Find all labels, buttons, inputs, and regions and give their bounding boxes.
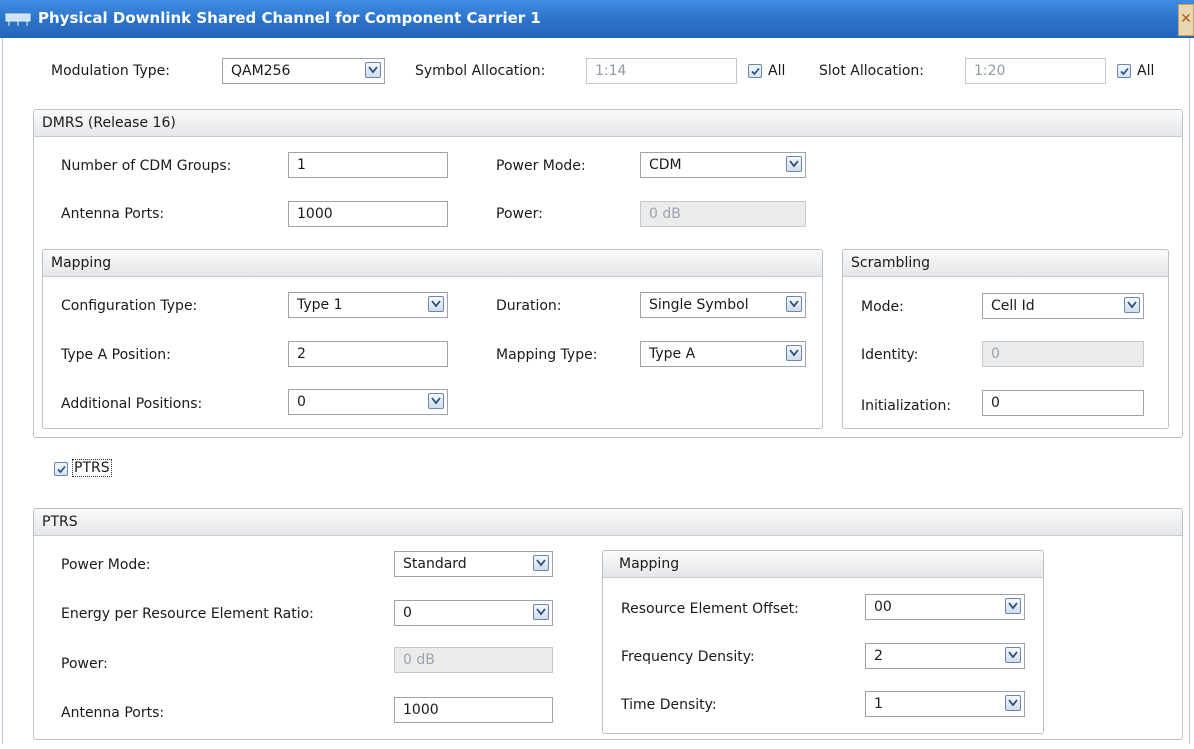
dmrs-group-title: DMRS (Release 16): [42, 115, 176, 131]
re-offset-select[interactable]: 00: [865, 594, 1025, 620]
epre-ratio-value: 0: [403, 605, 412, 621]
chevron-down-icon[interactable]: [786, 156, 802, 172]
ptrs-power-mode-value: Standard: [403, 556, 467, 572]
frequency-density-select[interactable]: 2: [865, 643, 1025, 669]
duration-value: Single Symbol: [649, 297, 749, 313]
dmrs-power-mode-value: CDM: [649, 157, 682, 173]
modulation-type-label: Modulation Type:: [51, 63, 171, 79]
close-icon[interactable]: ✕: [1178, 4, 1194, 36]
duration-label: Duration:: [496, 298, 562, 314]
check-icon: [751, 67, 760, 76]
slot-allocation-label: Slot Allocation:: [819, 63, 925, 79]
ptrs-mapping-title: Mapping: [619, 556, 680, 572]
ptrs-enable-checkbox[interactable]: [54, 462, 68, 476]
epre-ratio-select[interactable]: 0: [394, 600, 553, 626]
window-title-bar[interactable]: Physical Downlink Shared Channel for Com…: [0, 0, 1194, 38]
chevron-down-icon[interactable]: [1005, 647, 1021, 663]
check-icon: [57, 465, 66, 474]
dmrs-mapping-header: Mapping: [43, 250, 822, 277]
symbol-allocation-label: Symbol Allocation:: [415, 63, 546, 79]
configuration-type-label: Configuration Type:: [61, 298, 198, 314]
frequency-density-label: Frequency Density:: [621, 649, 755, 665]
type-a-position-field[interactable]: 2: [288, 341, 448, 367]
configuration-type-value: Type 1: [297, 297, 343, 313]
window-title: Physical Downlink Shared Channel for Com…: [38, 9, 541, 27]
chevron-down-icon[interactable]: [428, 393, 444, 409]
chevron-down-icon[interactable]: [1124, 297, 1140, 313]
ptrs-group-title: PTRS: [42, 514, 78, 530]
slot-allocation-field[interactable]: 1:20: [965, 58, 1106, 84]
ptrs-power-mode-select[interactable]: Standard: [394, 551, 553, 577]
re-offset-value: 00: [874, 599, 892, 615]
dmrs-group-header: DMRS (Release 16): [34, 110, 1182, 137]
dmrs-antenna-ports-label: Antenna Ports:: [61, 206, 165, 222]
check-icon: [1120, 67, 1129, 76]
ptrs-antenna-ports-field[interactable]: 1000: [394, 697, 553, 723]
symbol-allocation-all-label: All: [768, 63, 786, 79]
scrambling-mode-select[interactable]: Cell Id: [982, 293, 1144, 319]
chevron-down-icon[interactable]: [786, 296, 802, 312]
symbol-allocation-field[interactable]: 1:14: [586, 58, 737, 84]
mapping-type-value: Type A: [649, 346, 696, 362]
time-density-value: 1: [874, 696, 883, 712]
frequency-density-value: 2: [874, 648, 883, 664]
mapping-type-label: Mapping Type:: [496, 347, 598, 363]
type-a-position-label: Type A Position:: [61, 347, 171, 363]
dmrs-power-mode-label: Power Mode:: [496, 158, 586, 174]
ptrs-group-header: PTRS: [34, 509, 1182, 536]
additional-positions-label: Additional Positions:: [61, 396, 203, 412]
dmrs-antenna-ports-field[interactable]: 1000: [288, 201, 448, 227]
window-app-icon: [5, 13, 31, 26]
scrambling-initialization-label: Initialization:: [861, 398, 952, 414]
chevron-down-icon[interactable]: [786, 345, 802, 361]
cdm-groups-field[interactable]: 1: [288, 152, 448, 178]
duration-select[interactable]: Single Symbol: [640, 292, 806, 318]
ptrs-power-label: Power:: [61, 656, 108, 672]
scrambling-identity-label: Identity:: [861, 347, 919, 363]
dmrs-power-field[interactable]: 0 dB: [640, 201, 806, 227]
chevron-down-icon[interactable]: [1005, 695, 1021, 711]
chevron-down-icon[interactable]: [365, 62, 381, 78]
scrambling-identity-field[interactable]: 0: [982, 341, 1144, 367]
epre-ratio-label: Energy per Resource Element Ratio:: [61, 606, 314, 622]
time-density-label: Time Density:: [621, 697, 717, 713]
ptrs-enable-label[interactable]: PTRS: [72, 459, 112, 477]
ptrs-power-field[interactable]: 0 dB: [394, 647, 553, 673]
slot-allocation-all-checkbox[interactable]: [1117, 64, 1131, 78]
scrambling-initialization-field[interactable]: 0: [982, 390, 1144, 416]
slot-allocation-all-label: All: [1137, 63, 1155, 79]
scrambling-mode-value: Cell Id: [991, 298, 1035, 314]
symbol-allocation-all-checkbox[interactable]: [748, 64, 762, 78]
time-density-select[interactable]: 1: [865, 691, 1025, 717]
dmrs-power-label: Power:: [496, 206, 543, 222]
chevron-down-icon[interactable]: [533, 555, 549, 571]
cdm-groups-label: Number of CDM Groups:: [61, 158, 232, 174]
additional-positions-select[interactable]: 0: [288, 389, 448, 415]
ptrs-antenna-ports-label: Antenna Ports:: [61, 705, 165, 721]
chevron-down-icon[interactable]: [428, 296, 444, 312]
re-offset-label: Resource Element Offset:: [621, 601, 799, 617]
chevron-down-icon[interactable]: [1005, 598, 1021, 614]
dmrs-mapping-title: Mapping: [51, 255, 112, 271]
scrambling-mode-label: Mode:: [861, 299, 904, 315]
ptrs-power-mode-label: Power Mode:: [61, 557, 151, 573]
modulation-type-value: QAM256: [231, 63, 291, 79]
mapping-type-select[interactable]: Type A: [640, 341, 806, 367]
configuration-type-select[interactable]: Type 1: [288, 292, 448, 318]
additional-positions-value: 0: [297, 394, 306, 410]
dmrs-power-mode-select[interactable]: CDM: [640, 152, 806, 178]
scrambling-title: Scrambling: [851, 255, 930, 271]
ptrs-mapping-header: Mapping: [603, 551, 1043, 578]
chevron-down-icon[interactable]: [533, 604, 549, 620]
modulation-type-select[interactable]: QAM256: [222, 58, 385, 84]
scrambling-header: Scrambling: [843, 250, 1168, 277]
